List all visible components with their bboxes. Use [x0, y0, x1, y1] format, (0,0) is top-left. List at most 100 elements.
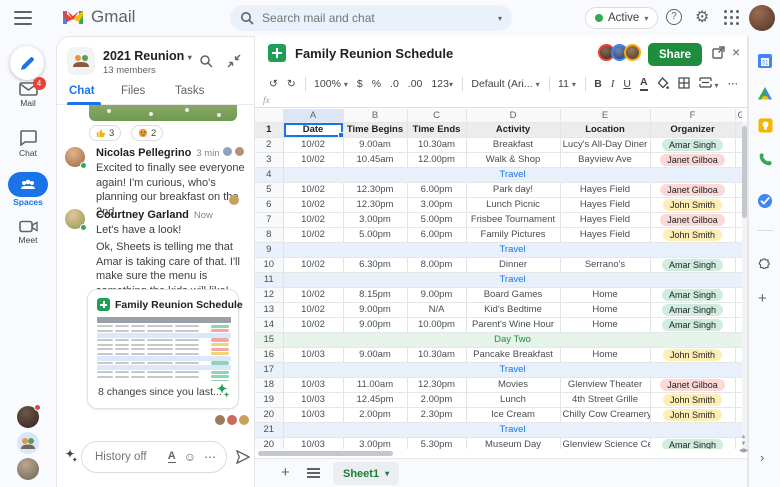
format-text-icon[interactable]: A	[167, 451, 176, 463]
recent-contact-avatar[interactable]	[17, 404, 41, 428]
send-icon[interactable]	[235, 449, 251, 470]
compose-button[interactable]	[10, 46, 44, 80]
cell[interactable]: 10/02	[283, 152, 344, 168]
cell-organizer[interactable]: John Smith	[650, 347, 736, 363]
row-number[interactable]: 6	[255, 197, 284, 213]
recent-space-avatar[interactable]	[17, 432, 39, 454]
row-number[interactable]: 20	[255, 437, 284, 449]
font-size-select[interactable]: 11 ▾	[558, 78, 576, 90]
cell[interactable]: 9.00am	[343, 347, 408, 363]
cell[interactable]: 9.00am	[343, 137, 408, 153]
cell[interactable]	[735, 377, 742, 393]
cell[interactable]: 5.00pm	[407, 212, 467, 228]
section-row-label[interactable]: Travel	[283, 362, 742, 378]
cell[interactable]	[735, 302, 742, 318]
cell[interactable]	[735, 407, 742, 423]
cell-organizer[interactable]: John Smith	[650, 392, 736, 408]
more-options-icon[interactable]: ⋯	[204, 450, 217, 464]
fill-color-icon[interactable]	[657, 76, 669, 92]
row-number[interactable]: 15	[255, 332, 284, 348]
cell[interactable]: 5.30pm	[407, 437, 467, 449]
header-cell[interactable]: Activity	[466, 122, 561, 138]
collapse-panel-chevron-icon[interactable]: ›	[760, 450, 764, 465]
decrease-decimal-button[interactable]: .0	[390, 78, 399, 90]
cell[interactable]: 10/02	[283, 287, 344, 303]
cell[interactable]	[735, 212, 742, 228]
undo-icon[interactable]: ↺	[269, 78, 278, 90]
sidebar-item-spaces[interactable]: Spaces	[0, 172, 56, 207]
cell[interactable]	[735, 392, 742, 408]
cell[interactable]: 9.00pm	[407, 287, 467, 303]
cell[interactable]	[735, 122, 742, 138]
user-avatar[interactable]	[749, 5, 775, 31]
cell[interactable]: Kid's Bedtime	[466, 302, 561, 318]
header-cell[interactable]: Location	[560, 122, 651, 138]
column-header[interactable]: F	[650, 109, 736, 123]
calendar-icon[interactable]: 31	[756, 52, 774, 70]
row-number[interactable]: 21	[255, 422, 284, 438]
format-currency-button[interactable]: $	[357, 78, 363, 90]
sparkle-plus-icon[interactable]	[63, 448, 78, 468]
main-menu-icon[interactable]	[14, 11, 32, 25]
row-number[interactable]: 13	[255, 302, 284, 318]
italic-button[interactable]: I	[611, 79, 615, 90]
cell[interactable]: 10/03	[283, 347, 344, 363]
redo-icon[interactable]: ↻	[287, 78, 296, 90]
cell-organizer[interactable]: Janet Gilboa	[650, 377, 736, 393]
search-input[interactable]	[262, 11, 490, 25]
cell[interactable]	[735, 347, 742, 363]
cell[interactable]: Home	[560, 287, 651, 303]
cell[interactable]	[735, 182, 742, 198]
cell-organizer[interactable]: Amar Singh	[650, 137, 736, 153]
cell[interactable]: 8.00pm	[407, 257, 467, 273]
row-number[interactable]: 5	[255, 182, 284, 198]
selected-cell[interactable]: Date	[283, 122, 344, 138]
cell[interactable]: 10/02	[283, 197, 344, 213]
row-number[interactable]: 2	[255, 137, 284, 153]
cell[interactable]	[735, 317, 742, 333]
cell[interactable]: Museum Day	[466, 437, 561, 449]
zoom-select[interactable]: 100% ▾	[314, 78, 348, 90]
cell[interactable]	[735, 152, 742, 168]
cell[interactable]: Chilly Cow Creamery	[560, 407, 651, 423]
cell-organizer[interactable]: Janet Gilboa	[650, 212, 736, 228]
tab-files[interactable]: Files	[121, 85, 145, 97]
search-options-caret-icon[interactable]: ▾	[498, 14, 502, 23]
cell[interactable]: Glenview Science Center	[560, 437, 651, 449]
chat-search-icon[interactable]	[199, 54, 213, 73]
text-color-button[interactable]: A	[639, 77, 648, 91]
row-number[interactable]: 10	[255, 257, 284, 273]
row-number[interactable]: 17	[255, 362, 284, 378]
cell[interactable]	[735, 257, 742, 273]
cell[interactable]: 12.00pm	[407, 152, 467, 168]
increase-decimal-button[interactable]: .00	[408, 78, 423, 90]
row-number[interactable]: 16	[255, 347, 284, 363]
settings-gear-icon[interactable]: ⚙	[695, 7, 709, 27]
google-apps-grid-icon[interactable]	[724, 10, 739, 25]
cell[interactable]: Breakfast	[466, 137, 561, 153]
column-header[interactable]: D	[466, 109, 561, 123]
tab-tasks[interactable]: Tasks	[175, 85, 204, 97]
section-row-label[interactable]: Travel	[283, 242, 742, 258]
cell[interactable]: 10.30am	[407, 347, 467, 363]
cell[interactable]: 10/02	[283, 182, 344, 198]
document-title[interactable]: Family Reunion Schedule	[295, 46, 453, 61]
cell[interactable]: 12.45pm	[343, 392, 408, 408]
underline-button[interactable]: U	[623, 78, 631, 90]
borders-icon[interactable]	[677, 76, 690, 92]
cell[interactable]: Parent's Wine Hour	[466, 317, 561, 333]
all-sheets-icon[interactable]	[307, 468, 320, 480]
cell-organizer[interactable]: John Smith	[650, 197, 736, 213]
cell[interactable]: N/A	[407, 302, 467, 318]
sidebar-item-mail[interactable]: 4 Mail	[0, 77, 56, 108]
cell[interactable]: Bayview Ave	[560, 152, 651, 168]
merge-cells-icon[interactable]: ▾	[698, 77, 719, 91]
section-row-label[interactable]: Day Two	[283, 332, 742, 348]
sheets-file-card[interactable]: Family Reunion Schedule 8 changes since …	[87, 289, 243, 409]
cell-organizer[interactable]: Amar Singh	[650, 287, 736, 303]
column-header[interactable]: A	[283, 109, 344, 123]
row-number[interactable]: 19	[255, 392, 284, 408]
cell[interactable]: 2.00pm	[343, 407, 408, 423]
cell[interactable]: 9.00pm	[343, 317, 408, 333]
reaction-thumbs-up[interactable]: 3	[89, 125, 122, 141]
